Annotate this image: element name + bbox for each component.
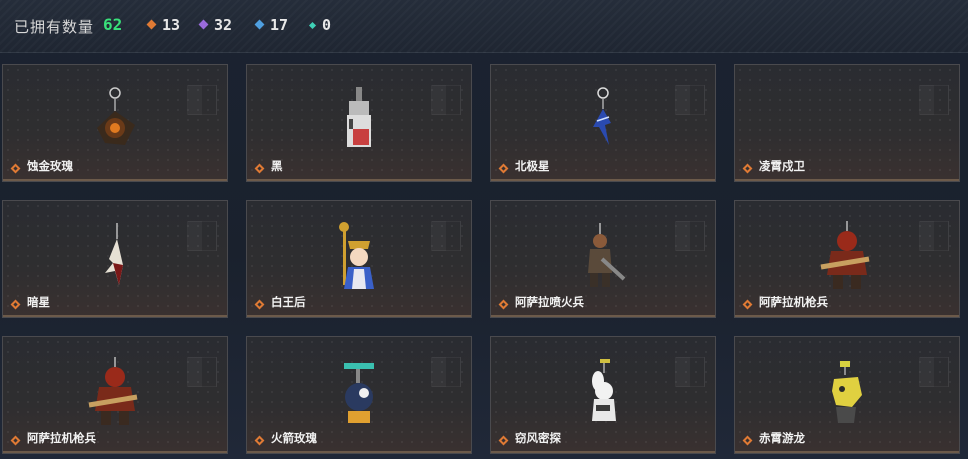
item-name: 阿萨拉喷火兵 [515,295,584,309]
rose-charm-icon [97,87,135,145]
blue-diamond-icon [254,19,265,30]
stat-orange: 13 [146,16,180,34]
orange-diamond-icon [146,19,157,30]
item-name: 阿萨拉机枪兵 [27,431,96,445]
orange-diamond-icon [742,435,753,446]
orange-diamond-icon [742,299,753,310]
owned-label: 已拥有数量 [14,18,95,36]
polaris-charm-icon [593,87,611,145]
black-tag-charm-icon [347,87,371,147]
orange-diamond-icon [10,163,21,174]
owned-count: 62 [103,15,123,34]
item-card[interactable]: 暗星 [2,200,228,318]
stat-teal: 0 [308,16,331,34]
item-name: 窃风密探 [515,431,561,445]
item-name: 凌霄戍卫 [759,159,805,173]
item-name: 白王后 [271,295,306,309]
item-name: 阿萨拉机枪兵 [759,295,828,309]
orange-diamond-icon [498,435,509,446]
orange-diamond-icon [10,435,21,446]
item-card[interactable]: 白王后 [246,200,472,318]
item-name: 暗星 [27,295,50,309]
item-card[interactable]: 蚀金玫瑰 [2,64,228,182]
machine-gunner-charm-icon [820,221,870,289]
stat-purple: 32 [198,16,232,34]
purple-diamond-icon [198,19,209,30]
item-card[interactable]: 阿萨拉机枪兵 [2,336,228,454]
item-name: 蚀金玫瑰 [27,159,73,173]
rocket-rose-charm-icon [344,363,374,423]
orange-diamond-icon [254,299,265,310]
wind-spy-charm-icon [592,359,616,421]
item-card[interactable]: 凌霄戍卫 [734,64,960,182]
item-card[interactable]: 火箭玫瑰 [246,336,472,454]
machine-gunner-charm-icon [88,357,138,425]
item-card[interactable]: 黑 [246,64,472,182]
item-name: 北极星 [515,159,550,173]
flamethrower-soldier-charm-icon [588,223,626,287]
teal-diamond-icon [308,21,317,30]
stat-blue: 17 [254,16,288,34]
dark-star-charm-icon [105,223,123,285]
item-card[interactable]: 北极星 [490,64,716,182]
orange-diamond-icon [498,299,509,310]
item-card[interactable]: 赤霄游龙 [734,336,960,454]
white-queen-charm-icon [339,222,374,289]
orange-diamond-icon [10,299,21,310]
header-bar: 已拥有数量 62 13 32 17 0 [0,0,968,53]
item-name: 黑 [271,159,283,173]
item-name: 赤霄游龙 [759,431,805,445]
dragon-charm-icon [832,361,862,423]
item-name: 火箭玫瑰 [271,431,317,445]
orange-diamond-icon [254,163,265,174]
orange-diamond-icon [254,435,265,446]
item-card[interactable]: 阿萨拉喷火兵 [490,200,716,318]
item-card[interactable]: 阿萨拉机枪兵 [734,200,960,318]
item-card[interactable]: 窃风密探 [490,336,716,454]
orange-diamond-icon [742,163,753,174]
orange-diamond-icon [498,163,509,174]
